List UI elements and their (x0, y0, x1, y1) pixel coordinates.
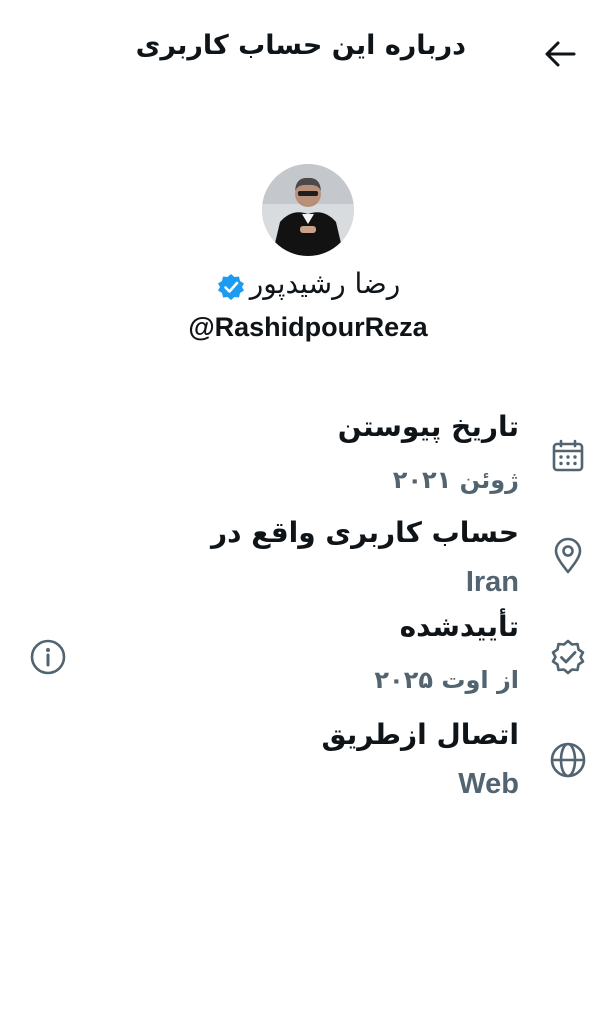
connected-value: Web (458, 768, 519, 800)
profile-name-row: رضا رشیدپور (0, 264, 616, 302)
profile-handle: @RashidpourReza (188, 312, 428, 342)
verified-value: از اوت ۲۰۲۵ (374, 666, 519, 694)
info-icon (30, 639, 66, 675)
location-label: حساب کاربری واقع در (210, 516, 519, 549)
avatar-image (262, 164, 354, 256)
profile-name: رضا رشیدپور (249, 266, 401, 300)
page-title: درباره این حساب کاربری (135, 30, 466, 61)
location-pin-icon (548, 536, 588, 576)
arrow-left-icon (545, 41, 576, 67)
globe-icon (548, 740, 588, 780)
joined-value: ژوئن ۲۰۲۱ (392, 466, 519, 494)
calendar-icon (548, 436, 588, 476)
joined-label: تاریخ پیوستن (337, 410, 519, 443)
verified-badge-icon (217, 274, 244, 300)
verified-check-icon (548, 637, 588, 677)
back-button[interactable] (540, 34, 580, 74)
info-button[interactable] (28, 637, 68, 677)
location-value: Iran (465, 566, 519, 598)
connected-label: اتصال ازطریق (321, 718, 519, 751)
avatar[interactable] (262, 164, 354, 256)
verified-label: تأییدشده (399, 610, 519, 643)
